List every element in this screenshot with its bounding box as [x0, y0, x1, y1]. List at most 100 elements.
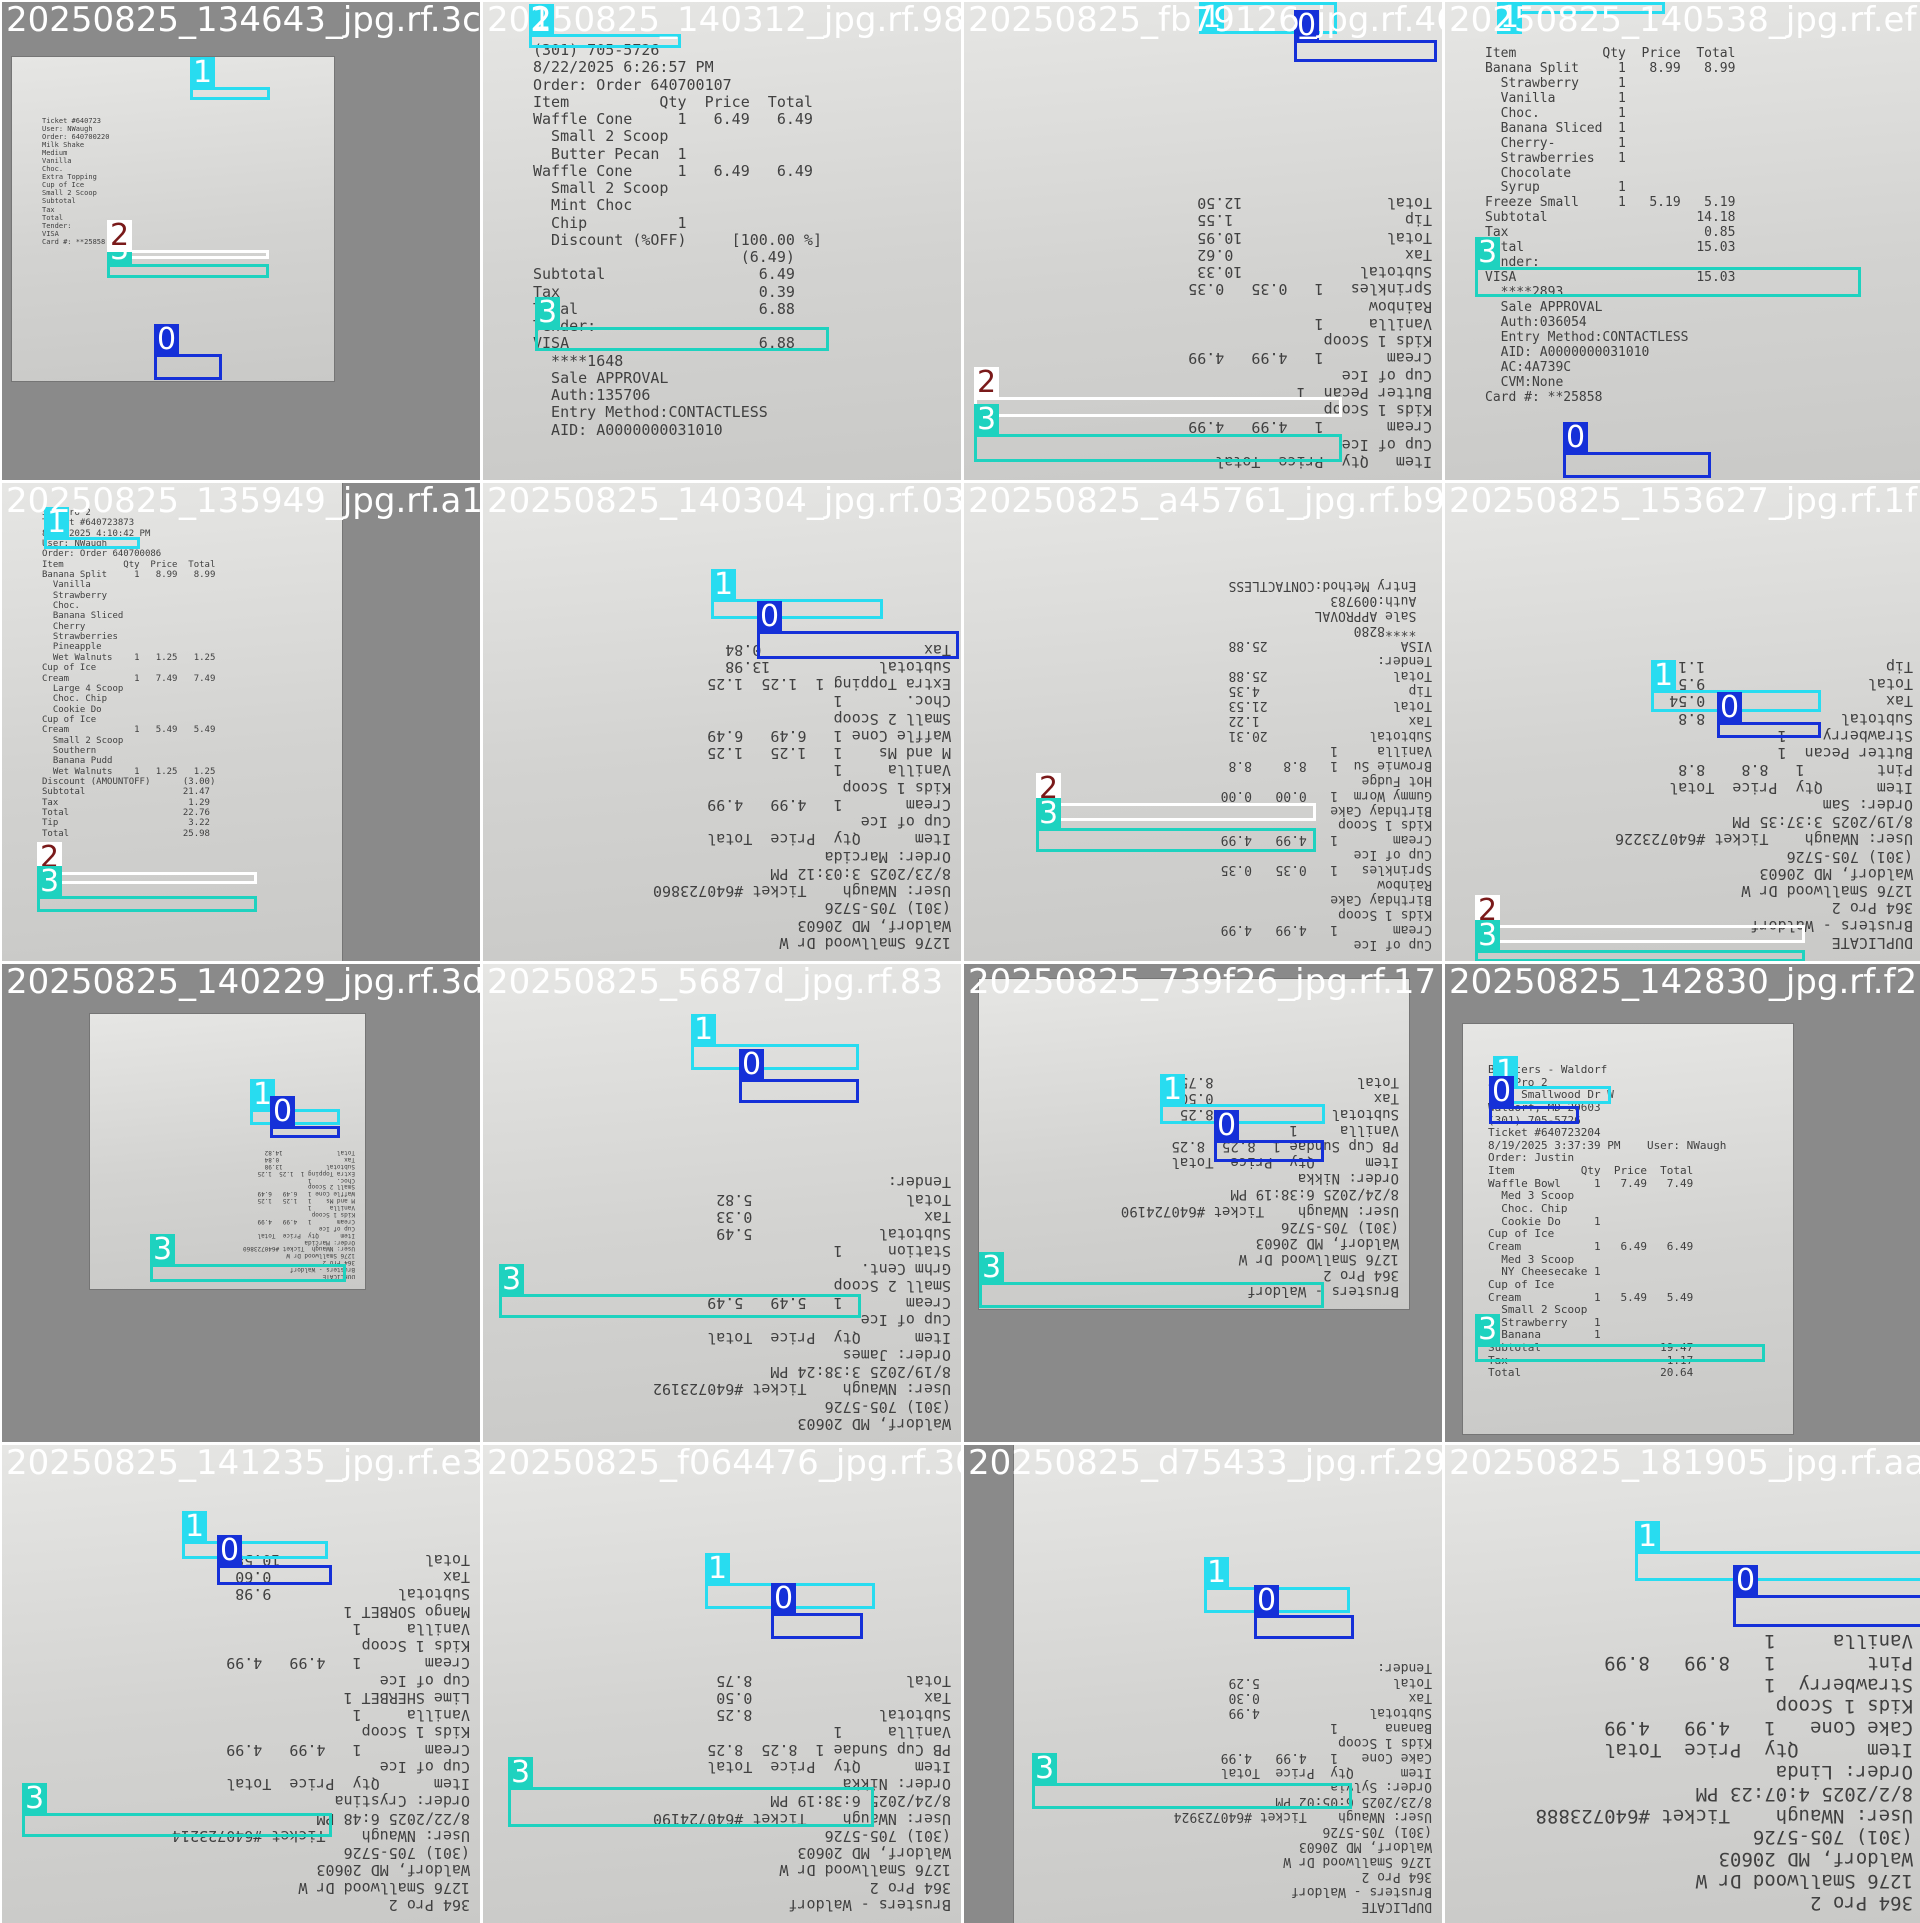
bbox-class-3: [22, 1813, 332, 1837]
bbox-label: 1: [1635, 1521, 1661, 1553]
image-tile: DUPLICATE Brusters - Waldorf 364 Pro 2 1…: [2, 964, 480, 1442]
tile-filename: 20250825_142830_jpg.rf.f2: [1449, 964, 1918, 1002]
image-tile: Item Qty Price Total Banana Split 1 8.99…: [1445, 2, 1920, 480]
bbox-label: 3: [974, 404, 1000, 436]
bbox-class-3: [1475, 267, 1861, 297]
receipt-text: DUPLICATE Brusters - Waldorf 364 Pro 2 1…: [1614, 658, 1913, 951]
bbox-label: 0: [1563, 422, 1589, 454]
bbox-label: 3: [37, 866, 63, 898]
bbox-class-3: [979, 1282, 1324, 1308]
bbox-class-3: [1032, 1783, 1352, 1809]
bbox-label: 3: [22, 1783, 48, 1815]
receipt-photo: 364 Pro 2 1276 Smallwood Dr W Waldorf, M…: [2, 1445, 480, 1923]
tile-filename: 20250825_140538_jpg.rf.ef: [1449, 2, 1917, 40]
bbox-label: 0: [1717, 692, 1743, 724]
bbox-class-0: [1294, 40, 1437, 62]
receipt-photo: Waldorf, MD 20603 (301) 705-5726 User: N…: [483, 964, 961, 1442]
bbox-label: 0: [771, 1583, 797, 1615]
bbox-class-3: [1475, 950, 1805, 961]
bbox-label: 0: [1254, 1585, 1280, 1617]
image-tile: 364 Pro 2 1276 Smallwood Dr W Waldorf, M…: [2, 1445, 480, 1923]
tile-filename: 20250825_5687d_jpg.rf.83: [487, 964, 944, 1002]
bbox-class-2: [974, 397, 1342, 417]
bbox-label: 3: [1475, 237, 1501, 269]
bbox-label: 1: [691, 1014, 717, 1046]
bbox-label: 1: [1651, 660, 1677, 692]
bbox-label: 3: [150, 1234, 176, 1266]
bbox-class-0: [771, 1613, 863, 1639]
bbox-label: 1: [1204, 1557, 1230, 1589]
receipt-photo: Brusters - Waldorf 364 Pro 2 1276 Smallw…: [483, 1445, 961, 1923]
bbox-label: 0: [1733, 1565, 1759, 1597]
bbox-class-2: [1475, 925, 1805, 943]
receipt-text: Brusters - Waldorf 364 Pro 2 1276 Smallw…: [652, 1671, 951, 1913]
image-tile: Waldorf, MD 20603 (301) 705-5726 User: N…: [483, 964, 961, 1442]
image-tile: 1276 Smallwood Dr W Waldorf, MD 20603 (3…: [483, 483, 961, 961]
receipt-photo: 364 Pro 2 1276 Smallwood Dr W Waldorf, M…: [1445, 1445, 1920, 1923]
receipt-text: DUPLICATE Brusters - Waldorf 364 Pro 2 1…: [243, 1148, 355, 1279]
receipt-photo: DUPLICATE Brusters - Waldorf 364 Pro 2 1…: [1445, 483, 1920, 961]
image-tile: Brusters - Waldorf 364 Pro 2 1276 Smallw…: [964, 964, 1442, 1442]
bbox-label: 3: [508, 1757, 534, 1789]
image-tile: 364 Pro 2 1276 Smallwood Dr W Waldorf, M…: [1445, 1445, 1920, 1923]
tile-filename: 20250825_d75433_jpg.rf.29: [968, 1445, 1442, 1483]
bbox-class-0: [1563, 452, 1711, 478]
bbox-label: 0: [270, 1096, 296, 1128]
receipt-text: (301) 705-5726 8/22/2025 6:26:57 PM Orde…: [533, 42, 822, 439]
bbox-class-2: [1036, 803, 1316, 821]
bbox-label: 1: [1160, 1074, 1186, 1106]
tile-filename: 20250825_140312_jpg.rf.98: [487, 2, 961, 40]
bbox-label: 0: [217, 1535, 243, 1567]
bbox-label: 3: [1475, 920, 1501, 952]
bbox-class-1: [711, 599, 883, 619]
bbox-class-0: [1733, 1595, 1920, 1627]
receipt-photo: Item Qty Price Total Banana Split 1 8.99…: [1445, 2, 1920, 480]
bbox-label: 3: [535, 297, 561, 329]
bbox-class-0: [739, 1079, 859, 1103]
receipt-photo: (301) 705-5726 8/22/2025 6:26:57 PM Orde…: [483, 2, 961, 480]
bbox-label: 1: [190, 57, 216, 89]
receipt-text: DUPLICATE Brusters - Waldorf 364 Pro 2 1…: [1173, 1660, 1432, 1913]
tile-filename: 20250825_135949_jpg.rf.a12: [6, 483, 480, 521]
image-tile: DUPLICATE Brusters - Waldorf 364 Pro 2 1…: [964, 1445, 1442, 1923]
bbox-class-0: [217, 1565, 332, 1585]
bbox-label: 0: [1214, 1110, 1240, 1142]
receipt-text: 1276 Smallwood Dr W Waldorf, MD 20603 (3…: [652, 640, 951, 951]
bbox-class-3: [508, 1787, 874, 1827]
detection-mosaic: Ticket #640723 User: NWaugh Order: 64070…: [0, 0, 1920, 1923]
bbox-class-1: [691, 1044, 859, 1070]
receipt-text: Brusters - Waldorf 364 Pro 2 1276 Smallw…: [1120, 1073, 1399, 1299]
bbox-class-1: [1635, 1551, 1920, 1581]
bbox-label: 3: [499, 1264, 525, 1296]
tile-filename: 20250825_739f26_jpg.rf.17: [968, 964, 1437, 1002]
image-tile: Ticket #640723 User: NWaugh Order: 64070…: [2, 2, 480, 480]
tile-filename: 20250825_a45761_jpg.rf.b9: [968, 483, 1442, 521]
receipt-text: 364 Pro 2 Ticket #640723873 8/23/2025 4:…: [42, 508, 216, 839]
image-tile: 364 Pro 2 Ticket #640723873 8/23/2025 4:…: [2, 483, 480, 961]
bbox-class-3: [150, 1264, 346, 1282]
bbox-label: 0: [757, 601, 783, 633]
bbox-class-2: [37, 872, 257, 884]
bbox-label: 2: [107, 220, 133, 252]
bbox-class-0: [1254, 1615, 1354, 1639]
bbox-class-3: [535, 327, 829, 351]
bbox-class-3: [107, 264, 269, 278]
receipt-photo: Cup of Ice Cream 1 4.99 4.99 Kids 1 Scoo…: [964, 483, 1442, 961]
bbox-class-0: [757, 631, 959, 659]
image-tile: Brusters - Waldorf 364 Pro 2 1276 Smallw…: [483, 1445, 961, 1923]
receipt-photo: DUPLICATE Brusters - Waldorf 364 Pro 2 1…: [1014, 1445, 1442, 1923]
receipt-photo: Brusters - Waldorf 364 Pro 2 1276 Smallw…: [979, 979, 1409, 1309]
image-tile: DUPLICATE Brusters - Waldorf 364 Pro 2 1…: [1445, 483, 1920, 961]
tile-filename: 20250825_140229_jpg.rf.3d: [6, 964, 480, 1002]
tile-filename: 20250825_181905_jpg.rf.aa: [1449, 1445, 1920, 1483]
tile-filename: 20250825_f064476_jpg.rf.30: [487, 1445, 961, 1483]
receipt-text: Ticket #640723 User: NWaugh Order: 64070…: [42, 117, 110, 246]
tile-filename: 20250825_153627_jpg.rf.1f: [1449, 483, 1918, 521]
receipt-text: 364 Pro 2 1276 Smallwood Dr W Waldorf, M…: [171, 1551, 470, 1913]
bbox-class-3: [37, 896, 257, 912]
bbox-label: 2: [974, 367, 1000, 399]
image-tile: Brusters - Waldorf 364 Pro 2 1276 Smallw…: [1445, 964, 1920, 1442]
bbox-label: 1: [182, 1511, 208, 1543]
image-tile: Item Qty Price Total Cup of Ice Cream 1 …: [964, 2, 1442, 480]
tile-filename: 20250825_134643_jpg.rf.3c: [6, 2, 480, 40]
